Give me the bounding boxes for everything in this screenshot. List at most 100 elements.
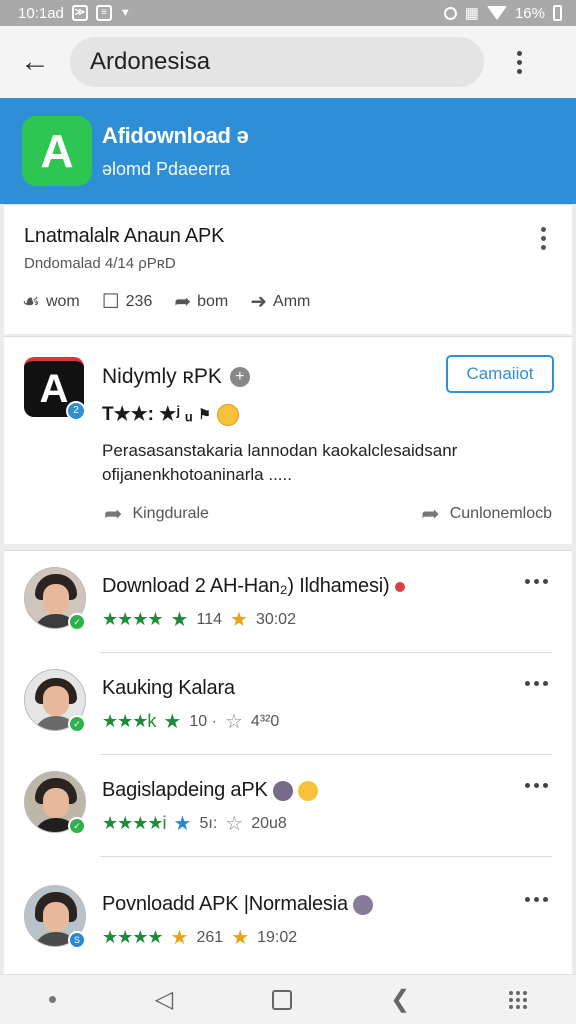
rating-extra: ⚑ [198,406,211,422]
more-horiz-icon[interactable] [525,681,548,686]
rating-stars: ★★★★ [102,927,164,947]
count-2: 30:02 [255,610,296,628]
alarm-icon [443,6,457,20]
list-item-stats: ★★★★i ★ 5ı: ☆ 20u8 [102,811,287,836]
add-icon[interactable]: + [229,367,250,387]
list-item-title-text: Bagislapdeing aPK [102,779,268,801]
chevron-down-icon: ▼ [119,7,131,19]
star-icon: ★ [163,711,182,733]
star-outline-icon: ☆ [225,813,244,835]
share-arrow-icon: ➦ [104,501,123,526]
list-item-stats: ★★★k ★ 10 · ☆ 4³²0 [102,709,279,734]
search-input[interactable]: Ardonesisa [70,37,484,87]
more-horiz-icon[interactable] [525,579,548,584]
app-logo-icon: A [22,116,92,186]
emoji-icon [353,894,374,915]
system-nav-bar: ◁ ❮ [0,974,576,1024]
share-button[interactable]: ➦ bom [174,289,228,314]
banner-title: Afidownload ə [102,122,249,148]
list-item[interactable]: ✓ Kauking Kalara ★★★k ★ 10 · ☆ 4³²0 [4,653,572,755]
share-left-label: Kingdurale [132,505,209,522]
share-label: bom [197,292,229,310]
back-triangle-icon[interactable]: ◁ [155,985,173,1014]
count-2: 4³²0 [250,712,280,730]
count-2: 20u8 [251,814,287,832]
more-vert-icon[interactable] [541,227,546,250]
share-right-button[interactable]: ➦ Cunlonemlocb [421,501,552,527]
more-horiz-icon[interactable] [525,897,548,902]
search-query: Ardonesisa [90,48,211,75]
forward-button[interactable]: ➜ Amm [250,289,310,314]
share-arrow-icon: ➦ [421,501,440,526]
list-item-title: Download 2 AH-Han₂) Ildhamesi) [102,575,405,598]
star-icon: ★ [230,609,248,631]
status-right: ▦ 16% [443,4,562,22]
star-icon: ★ [231,927,250,949]
assistant-dot-icon[interactable] [49,996,57,1003]
banner-text: Afidownload ə əlomd Pdaeerra [102,122,249,180]
install-button[interactable]: Camaiiot [446,355,554,393]
more-horiz-icon[interactable] [525,783,548,788]
post-card: Lnatmalalʀ Anaun APK Dndomalad 4/14 ρPʀD… [4,204,572,334]
count-1: 261 [196,928,224,946]
count-2: 19:02 [257,928,298,946]
chevron-left-icon[interactable]: ❮ [390,985,410,1014]
star-icon: ★ [170,609,189,631]
forward-icon: ➜ [250,291,268,313]
apps-grid-icon[interactable] [508,990,527,1009]
battery-text: 16% [514,4,545,22]
app-name: Nidymly ʀPK + [102,365,250,389]
wifi-icon [486,6,507,20]
list-item[interactable]: S Povnloadd APK |Normalesia ★★★★ ★ 261 ★… [4,869,572,971]
top-app-bar: ← Ardonesisa [0,26,576,98]
comment-icon: ☐ [101,291,120,313]
app-badge: 2 [66,401,86,421]
forward-label: Amm [273,292,311,310]
download-list: ✓ Download 2 AH-Han₂) Ildhamesi) ★★★★ ★ … [4,550,572,974]
list-item-title: Bagislapdeing aPK [102,779,319,802]
status-left: 10:1ad ≫ ≡ ▼ [18,5,131,22]
rating-stars: ★★★★i [102,813,167,833]
list-item-stats: ★★★★ ★ 114 ★ 30:02 [102,607,296,632]
verified-badge-icon: S [68,931,86,949]
list-item[interactable]: ✓ Download 2 AH-Han₂) Ildhamesi) ★★★★ ★ … [4,551,572,653]
rating-stars: ★★★★ [102,609,164,629]
list-item-title: Povnloadd APK |Normalesia [102,893,374,916]
star-outline-icon: ☆ [224,711,243,733]
share-icon: ➦ [174,291,192,313]
banner-subtitle: əlomd Pdaeerra [102,158,231,179]
rating-row: T★★: ★ʲ ᵤ ⚑ [102,403,239,426]
emoji-icon [272,780,293,801]
comment-label: 236 [125,292,153,310]
status-bar: 10:1ad ≫ ≡ ▼ ▦ 16% [0,0,576,26]
more-vert-icon[interactable] [484,50,554,74]
star-icon: ★ [173,813,192,835]
vibrate-icon: ▦ [464,5,479,22]
app-notification-icon: ≡ [95,5,112,21]
list-item[interactable]: ✓ Bagislapdeing aPK ★★★★i ★ 5ı: ☆ 20u8 [4,755,572,857]
count-1: 114 [196,610,222,628]
back-arrow-icon[interactable]: ← [0,26,70,98]
verified-badge-icon: ✓ [68,715,86,733]
status-time: 10:1ad [18,4,64,22]
list-item-title-text: Povnloadd APK |Normalesia [102,893,348,915]
post-subtitle: Dndomalad 4/14 ρPʀD [24,255,176,272]
app-name-text: Nidymly ʀPK [102,365,222,388]
like-label: wom [45,292,80,310]
like-button[interactable]: ☙ wom [22,289,80,314]
comment-button[interactable]: ☐ 236 [102,289,153,314]
list-item-title-text: Download 2 AH-Han₂) Ildhamesi) [102,575,390,597]
count-1: 5ı: [199,814,218,832]
post-actions: ☙ wom ☐ 236 ➦ bom ➜ Amm [22,289,310,314]
star-icon: ★ [170,927,189,949]
emoji-icon [394,581,405,592]
battery-icon [553,5,562,21]
home-icon[interactable] [271,989,292,1010]
share-right-label: Cunlonemlocb [449,505,552,522]
rating-stars: ★★★k [102,711,156,731]
app-card: A 2 Nidymly ʀPK + Camaiiot T★★: ★ʲ ᵤ ⚑ P… [4,336,572,544]
app-description: Perasasanstakaria lannodan kaokalclesaid… [102,441,458,484]
app-banner[interactable]: A Afidownload ə əlomd Pdaeerra [0,98,576,204]
like-icon: ☙ [22,291,40,313]
share-left-button[interactable]: ➦ Kingdurale [104,501,209,527]
